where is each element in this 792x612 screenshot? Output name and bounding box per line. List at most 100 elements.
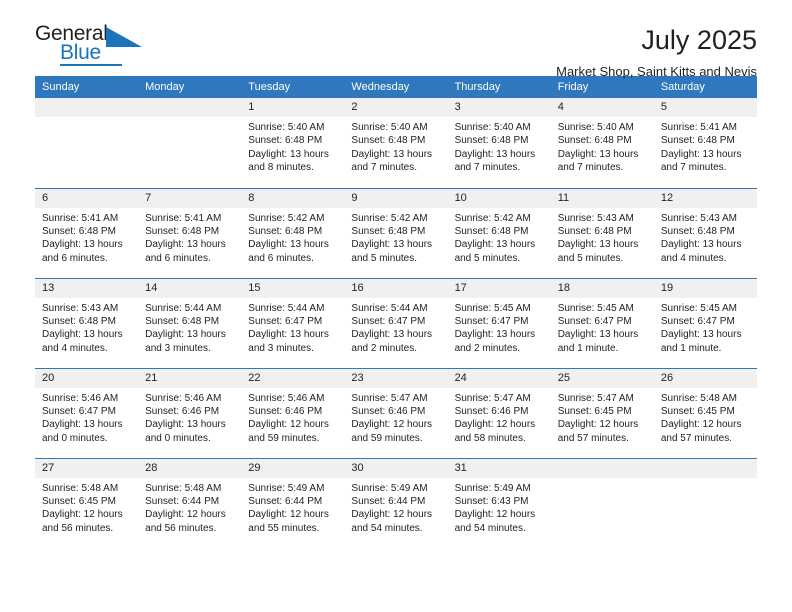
sunrise-text: Sunrise: 5:45 AM — [557, 302, 634, 314]
sunrise-text: Sunrise: 5:42 AM — [454, 212, 531, 224]
title-block: July 2025 Market Shop, Saint Kitts and N… — [556, 22, 757, 81]
day-details: Sunrise: 5:48 AM Sunset: 6:44 PM Daylight:… — [138, 478, 241, 536]
day-number: 18 — [550, 278, 654, 298]
day-number: 28 — [138, 458, 242, 478]
calendar-day-cell[interactable]: 15 Sunrise: 5:44 AM Sunset: 6:47 PM Dayligh… — [241, 277, 345, 368]
daylight-text: Daylight: 13 hours and 7 minutes. — [557, 148, 639, 174]
calendar-day-cell[interactable]: 14 Sunrise: 5:44 AM Sunset: 6:48 PM Dayligh… — [138, 277, 242, 368]
sunset-text: Sunset: 6:47 PM — [454, 315, 529, 327]
weekday-header-sunday: Sunday — [35, 76, 139, 98]
calendar-day-cell[interactable]: 23 Sunrise: 5:47 AM Sunset: 6:46 PM Dayligh… — [344, 367, 448, 458]
daylight-text: Daylight: 13 hours and 1 minute. — [660, 329, 742, 354]
logo-triangle-icon — [106, 27, 142, 52]
calendar-day-cell[interactable]: 24 Sunrise: 5:47 AM Sunset: 6:46 PM Dayligh… — [447, 367, 551, 458]
sunrise-text: Sunrise: 5:40 AM — [351, 122, 428, 133]
sunrise-text: Sunrise: 5:41 AM — [42, 212, 119, 224]
day-number: 10 — [447, 188, 551, 208]
day-details: Sunrise: 5:45 AM Sunset: 6:47 PM Daylight:… — [551, 298, 654, 356]
day-details: Sunrise: 5:40 AM Sunset: 6:48 PM Daylight:… — [241, 117, 344, 175]
calendar-day-cell[interactable]: 20 Sunrise: 5:46 AM Sunset: 6:47 PM Dayligh… — [35, 367, 139, 458]
calendar-day-cell[interactable]: 16 Sunrise: 5:44 AM Sunset: 6:47 PM Dayligh… — [344, 277, 448, 368]
day-details: Sunrise: 5:44 AM Sunset: 6:48 PM Daylight:… — [138, 298, 241, 356]
sunrise-text: Sunrise: 5:40 AM — [557, 122, 634, 133]
calendar-day-cell[interactable]: 9 Sunrise: 5:42 AM Sunset: 6:48 PM Daylight… — [344, 187, 448, 278]
page-subtitle: Market Shop, Saint Kitts and Nevis — [556, 64, 757, 79]
day-number: 29 — [241, 458, 345, 478]
day-details: Sunrise: 5:43 AM Sunset: 6:48 PM Daylight:… — [654, 208, 757, 266]
weekday-header-tuesday: Tuesday — [241, 76, 345, 98]
calendar-day-cell[interactable]: 26 Sunrise: 5:48 AM Sunset: 6:45 PM Dayligh… — [653, 367, 757, 458]
day-details: Sunrise: 5:45 AM Sunset: 6:47 PM Daylight:… — [448, 298, 551, 356]
day-details: Sunrise: 5:45 AM Sunset: 6:47 PM Daylight:… — [654, 298, 757, 356]
calendar-page: General Blue July 2025 Market Shop, Sain… — [0, 0, 792, 612]
calendar-day-cell[interactable]: 8 Sunrise: 5:42 AM Sunset: 6:48 PM Daylight… — [241, 187, 345, 278]
daylight-text: Daylight: 13 hours and 5 minutes. — [351, 239, 433, 264]
sunrise-text: Sunrise: 5:41 AM — [660, 122, 737, 133]
calendar-day-cell[interactable]: 21 Sunrise: 5:46 AM Sunset: 6:46 PM Dayligh… — [138, 367, 242, 458]
sunrise-text: Sunrise: 5:43 AM — [660, 212, 737, 224]
calendar-day-cell[interactable]: 27 Sunrise: 5:48 AM Sunset: 6:45 PM Dayligh… — [35, 457, 139, 548]
calendar-day-cell[interactable]: 19 Sunrise: 5:45 AM Sunset: 6:47 PM Dayligh… — [653, 277, 757, 368]
daylight-text: Daylight: 13 hours and 5 minutes. — [557, 239, 639, 264]
page-title: July 2025 — [641, 25, 757, 55]
daylight-text: Daylight: 13 hours and 7 minutes. — [660, 148, 742, 174]
day-details: Sunrise: 5:49 AM Sunset: 6:44 PM Daylight:… — [344, 478, 447, 536]
calendar-day-cell[interactable]: 22 Sunrise: 5:46 AM Sunset: 6:46 PM Dayligh… — [241, 367, 345, 458]
day-number: 1 — [241, 98, 345, 117]
calendar-day-cell[interactable]: 7 Sunrise: 5:41 AM Sunset: 6:48 PM Daylight… — [138, 187, 242, 278]
day-details: Sunrise: 5:42 AM Sunset: 6:48 PM Daylight:… — [344, 208, 447, 266]
sunset-text: Sunset: 6:48 PM — [557, 135, 632, 147]
sunrise-text: Sunrise: 5:40 AM — [454, 122, 531, 133]
sunset-text: Sunset: 6:44 PM — [248, 495, 323, 507]
day-number: 25 — [550, 368, 654, 388]
calendar-day-cell[interactable]: 1 Sunrise: 5:40 AM Sunset: 6:48 PM Daylight… — [241, 98, 345, 188]
calendar-day-cell[interactable]: 5 Sunrise: 5:41 AM Sunset: 6:48 PM Daylight… — [653, 98, 757, 188]
calendar-day-cell[interactable]: 28 Sunrise: 5:48 AM Sunset: 6:44 PM Dayligh… — [138, 457, 242, 548]
calendar-day-cell[interactable]: 12 Sunrise: 5:43 AM Sunset: 6:48 PM Dayligh… — [653, 187, 757, 278]
day-number — [653, 458, 757, 478]
calendar-day-cell[interactable]: 17 Sunrise: 5:45 AM Sunset: 6:47 PM Dayligh… — [447, 277, 551, 368]
calendar-day-cell[interactable]: 11 Sunrise: 5:43 AM Sunset: 6:48 PM Dayligh… — [550, 187, 654, 278]
day-number: 5 — [653, 98, 757, 117]
calendar-week-row: 13 Sunrise: 5:43 AM Sunset: 6:48 PM Dayligh… — [35, 277, 757, 368]
daylight-text: Daylight: 12 hours and 54 minutes. — [454, 509, 536, 534]
sunrise-text: Sunrise: 5:48 AM — [145, 482, 222, 494]
calendar-day-cell[interactable]: 4 Sunrise: 5:40 AM Sunset: 6:48 PM Daylight… — [550, 98, 654, 188]
calendar-day-cell[interactable]: 13 Sunrise: 5:43 AM Sunset: 6:48 PM Dayligh… — [35, 277, 139, 368]
sunset-text: Sunset: 6:45 PM — [42, 495, 116, 507]
sunset-text: Sunset: 6:48 PM — [454, 225, 529, 237]
day-details: Sunrise: 5:46 AM Sunset: 6:46 PM Daylight:… — [138, 388, 241, 446]
calendar-day-cell[interactable]: 25 Sunrise: 5:47 AM Sunset: 6:45 PM Dayligh… — [550, 367, 654, 458]
sunrise-text: Sunrise: 5:49 AM — [454, 482, 531, 494]
sunrise-text: Sunrise: 5:48 AM — [42, 482, 119, 494]
calendar-week-row: 6 Sunrise: 5:41 AM Sunset: 6:48 PM Daylight… — [35, 187, 757, 278]
calendar-day-cell[interactable]: 29 Sunrise: 5:49 AM Sunset: 6:44 PM Dayligh… — [241, 457, 345, 548]
calendar-day-cell[interactable]: 30 Sunrise: 5:49 AM Sunset: 6:44 PM Dayligh… — [344, 457, 448, 548]
daylight-text: Daylight: 12 hours and 59 minutes. — [351, 419, 433, 444]
calendar-day-cell[interactable]: 3 Sunrise: 5:40 AM Sunset: 6:48 PM Daylight… — [447, 98, 551, 188]
sunset-text: Sunset: 6:48 PM — [42, 225, 116, 237]
sunset-text: Sunset: 6:47 PM — [42, 405, 116, 417]
daylight-text: Daylight: 12 hours and 55 minutes. — [248, 509, 329, 534]
sunrise-text: Sunrise: 5:44 AM — [351, 302, 428, 314]
calendar-day-cell[interactable]: 2 Sunrise: 5:40 AM Sunset: 6:48 PM Daylight… — [344, 98, 448, 188]
sunset-text: Sunset: 6:44 PM — [351, 495, 426, 507]
calendar-day-cell[interactable]: 10 Sunrise: 5:42 AM Sunset: 6:48 PM Dayligh… — [447, 187, 551, 278]
calendar-day-cell[interactable]: 31 Sunrise: 5:49 AM Sunset: 6:43 PM Dayligh… — [447, 457, 551, 548]
weekday-header-monday: Monday — [138, 76, 242, 98]
day-number: 8 — [241, 188, 345, 208]
day-details: Sunrise: 5:42 AM Sunset: 6:48 PM Daylight:… — [448, 208, 551, 266]
weekday-header-wednesday: Wednesday — [344, 76, 448, 98]
calendar-day-cell[interactable]: 18 Sunrise: 5:45 AM Sunset: 6:47 PM Dayligh… — [550, 277, 654, 368]
day-details: Sunrise: 5:47 AM Sunset: 6:45 PM Daylight:… — [551, 388, 654, 446]
calendar-day-cell[interactable]: 6 Sunrise: 5:41 AM Sunset: 6:48 PM Daylight… — [35, 187, 139, 278]
day-details: Sunrise: 5:43 AM Sunset: 6:48 PM Daylight:… — [551, 208, 654, 266]
day-number: 21 — [138, 368, 242, 388]
daylight-text: Daylight: 12 hours and 59 minutes. — [248, 419, 329, 444]
daylight-text: Daylight: 13 hours and 4 minutes. — [660, 239, 742, 264]
sunset-text: Sunset: 6:46 PM — [248, 405, 323, 417]
day-number: 7 — [138, 188, 242, 208]
daylight-text: Daylight: 13 hours and 6 minutes. — [145, 239, 226, 264]
day-number: 17 — [447, 278, 551, 298]
sunset-text: Sunset: 6:47 PM — [248, 315, 323, 327]
